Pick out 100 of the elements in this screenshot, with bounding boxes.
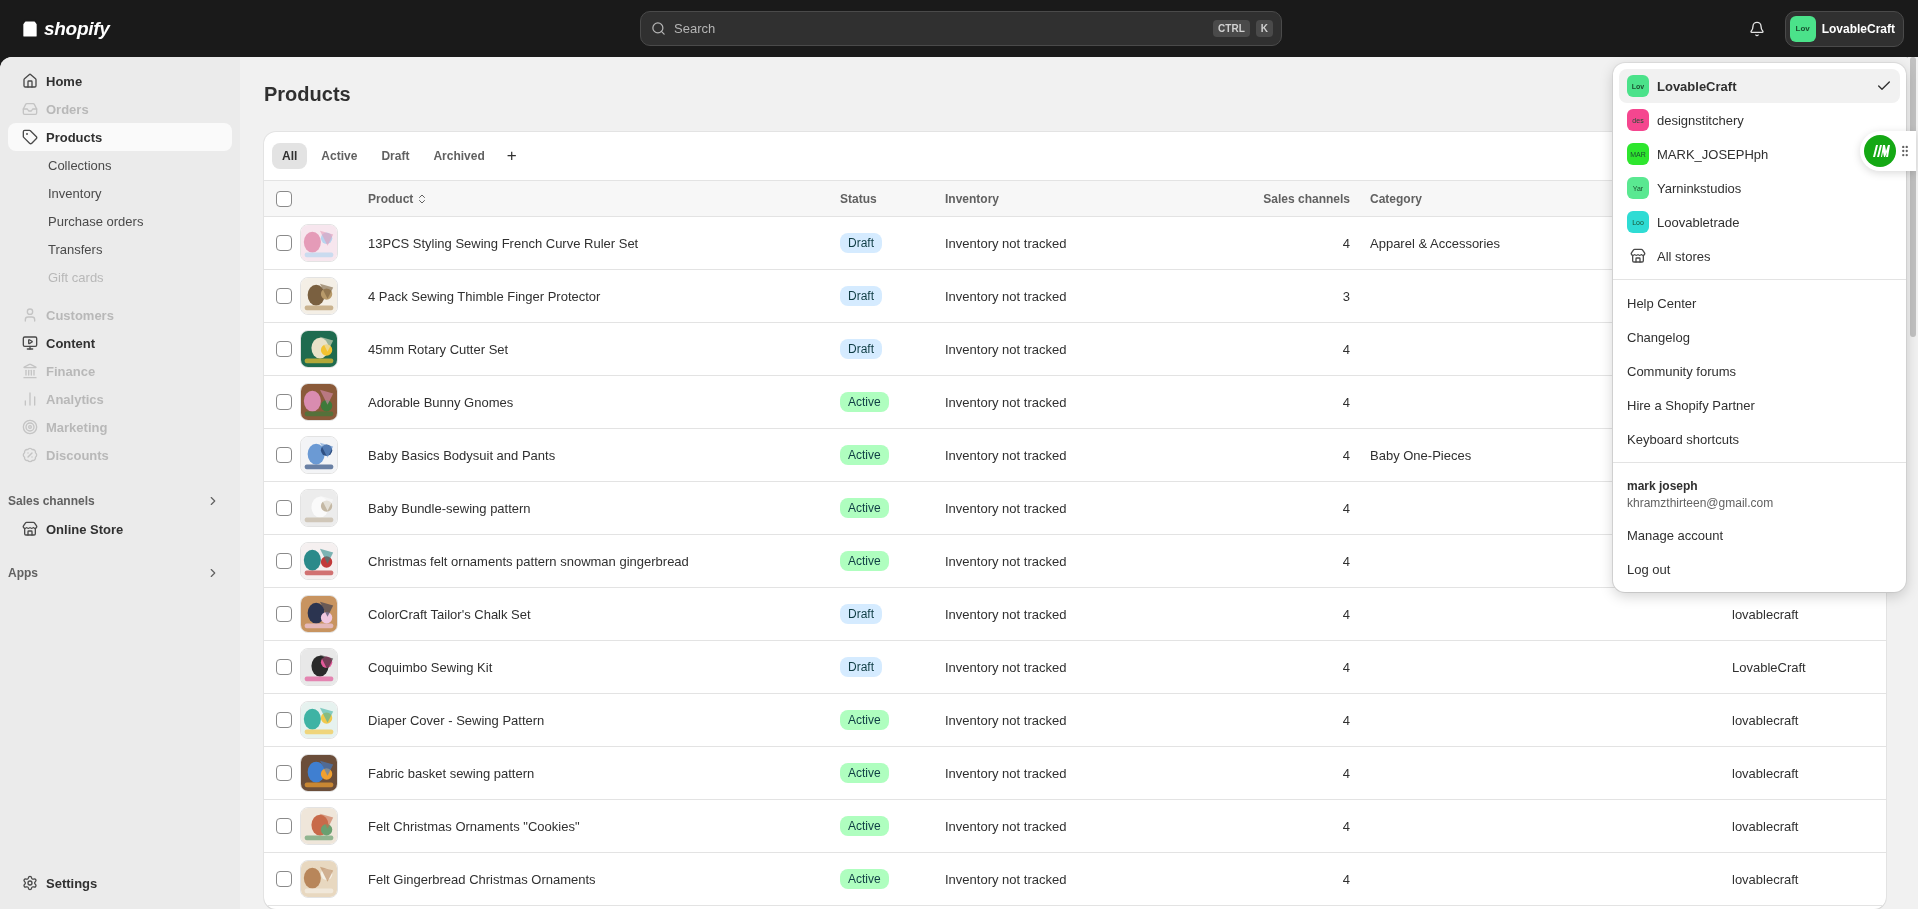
section-header[interactable]: Apps [8,559,232,587]
store-item[interactable]: All stores [1619,239,1900,273]
product-name[interactable]: ColorCraft Tailor's Chalk Set [358,606,531,622]
column-header: Category [1369,191,1422,206]
product-name[interactable]: Christmas felt ornaments pattern snowman gingerbread [358,553,689,569]
bank-icon [22,363,38,379]
logo-text: shopify [44,17,110,40]
app-logo-icon[interactable] [1864,135,1896,167]
row-checkbox[interactable] [276,394,292,410]
menu-item[interactable]: Keyboard shortcuts [1619,422,1900,456]
filter-tab[interactable]: All [272,143,308,169]
search-field[interactable]: Search CTRL K [640,11,1282,46]
row-checkbox[interactable] [276,659,292,675]
status-label: Active [840,869,889,889]
table-cell-text: 4 [1341,235,1351,251]
filter-tab[interactable]: Active [311,143,368,169]
section-header[interactable]: Sales channels [8,487,232,515]
table-cell-text: 3 [1341,288,1351,304]
table-cell-text: lovablecraft [1731,712,1799,728]
table-cell-text: Inventory not tracked [944,235,1067,251]
row-checkbox[interactable] [276,447,292,463]
row-checkbox[interactable] [276,712,292,728]
column-header[interactable]: Product [358,191,429,206]
notification-bell-icon[interactable] [1748,20,1765,37]
table-cell-text: Inventory not tracked [944,500,1067,516]
status-label: Active [840,763,889,783]
column-header: Inventory [944,191,999,206]
table-cell-text: 4 [1341,712,1351,728]
page-title: Products [264,83,351,106]
status-label: Draft [840,657,882,677]
status-label: Draft [840,604,882,624]
table-cell-text: Inventory not tracked [944,659,1067,675]
product-name[interactable]: Diaper Cover - Sewing Pattern [358,712,545,728]
product-name[interactable]: Baby Basics Bodysuit and Pants [358,447,556,463]
row-checkbox[interactable] [276,765,292,781]
product-name[interactable]: Adorable Bunny Gnomes [358,394,514,410]
product-name[interactable]: 13PCS Styling Sewing French Curve Ruler Set [358,235,639,251]
nav-subitem[interactable]: Purchase orders [8,207,232,235]
nav-item[interactable]: Settings [8,869,232,897]
menu-item[interactable]: Help Center [1619,286,1900,320]
add-view-button[interactable]: + [498,144,525,168]
status-label: Draft [840,286,882,306]
row-checkbox[interactable] [276,235,292,251]
row-checkbox[interactable] [276,341,292,357]
settings-icon [22,875,38,891]
product-name[interactable]: Baby Bundle-sewing pattern [358,500,531,516]
table-cell-text: LovableCraft [1731,659,1806,675]
nav-item[interactable]: Online Store [8,515,232,543]
keyboard-key: K [1255,20,1273,37]
menu-item[interactable]: Hire a Shopify Partner [1619,388,1900,422]
store-avatar: Lov [1789,15,1816,42]
search-input[interactable]: Search [672,20,1208,37]
filter-tab[interactable]: Archived [423,143,495,169]
menu-item[interactable]: Manage account [1619,518,1900,552]
nav-item[interactable]: Products [8,123,232,151]
store-icon [1630,248,1646,264]
table-cell-text: Inventory not tracked [944,288,1067,304]
store-switcher-button[interactable]: Lov LovableCraft [1784,10,1904,47]
table-cell-text: 4 [1341,394,1351,410]
table-cell-text: 4 [1341,606,1351,622]
product-name[interactable]: Coquimbo Sewing Kit [358,659,493,675]
user-name: mark joseph [1627,479,1699,493]
user-email: khramzthirteen@gmail.com [1627,496,1775,510]
product-name[interactable]: 4 Pack Sewing Thimble Finger Protector [358,288,601,304]
row-checkbox[interactable] [276,553,292,569]
product-name[interactable]: Felt Christmas Ornaments "Cookies" [358,818,580,834]
nav-subitem[interactable]: Collections [8,151,232,179]
table-cell-text: 4 [1341,447,1351,463]
status-label: Active [840,392,889,412]
percent-badge-icon [22,447,38,463]
row-checkbox[interactable] [276,500,292,516]
table-cell-text: Inventory not tracked [944,553,1067,569]
table-cell-text: Inventory not tracked [944,712,1067,728]
menu-item[interactable]: Log out [1619,552,1900,586]
table-cell-text: 4 [1341,341,1351,357]
nav-subitem[interactable]: Transfers [8,235,232,263]
nav-item[interactable]: Content [8,329,232,357]
table-cell-text: Inventory not tracked [944,606,1067,622]
row-checkbox[interactable] [276,288,292,304]
status-label: Draft [840,339,882,359]
store-icon [22,521,38,537]
menu-item[interactable]: Changelog [1619,320,1900,354]
table-cell-text: lovablecraft [1731,818,1799,834]
monitor-icon [22,335,38,351]
nav-item[interactable]: Home [8,67,232,95]
row-checkbox[interactable] [276,871,292,887]
row-checkbox[interactable] [276,606,292,622]
product-name[interactable]: Fabric basket sewing pattern [358,765,535,781]
product-name[interactable]: 45mm Rotary Cutter Set [358,341,509,357]
table-cell-text: Apparel & Accessories [1369,235,1501,251]
nav-subitem[interactable]: Inventory [8,179,232,207]
menu-item[interactable]: Community forums [1619,354,1900,388]
status-label: Active [840,710,889,730]
table-cell-text: lovablecraft [1731,606,1799,622]
select-all-checkbox[interactable] [276,190,292,207]
filter-tab[interactable]: Draft [371,143,420,169]
table-cell-text: 4 [1341,818,1351,834]
bar-chart-icon [22,391,38,407]
row-checkbox[interactable] [276,818,292,834]
product-name[interactable]: Felt Gingerbread Christmas Ornaments [358,871,596,887]
